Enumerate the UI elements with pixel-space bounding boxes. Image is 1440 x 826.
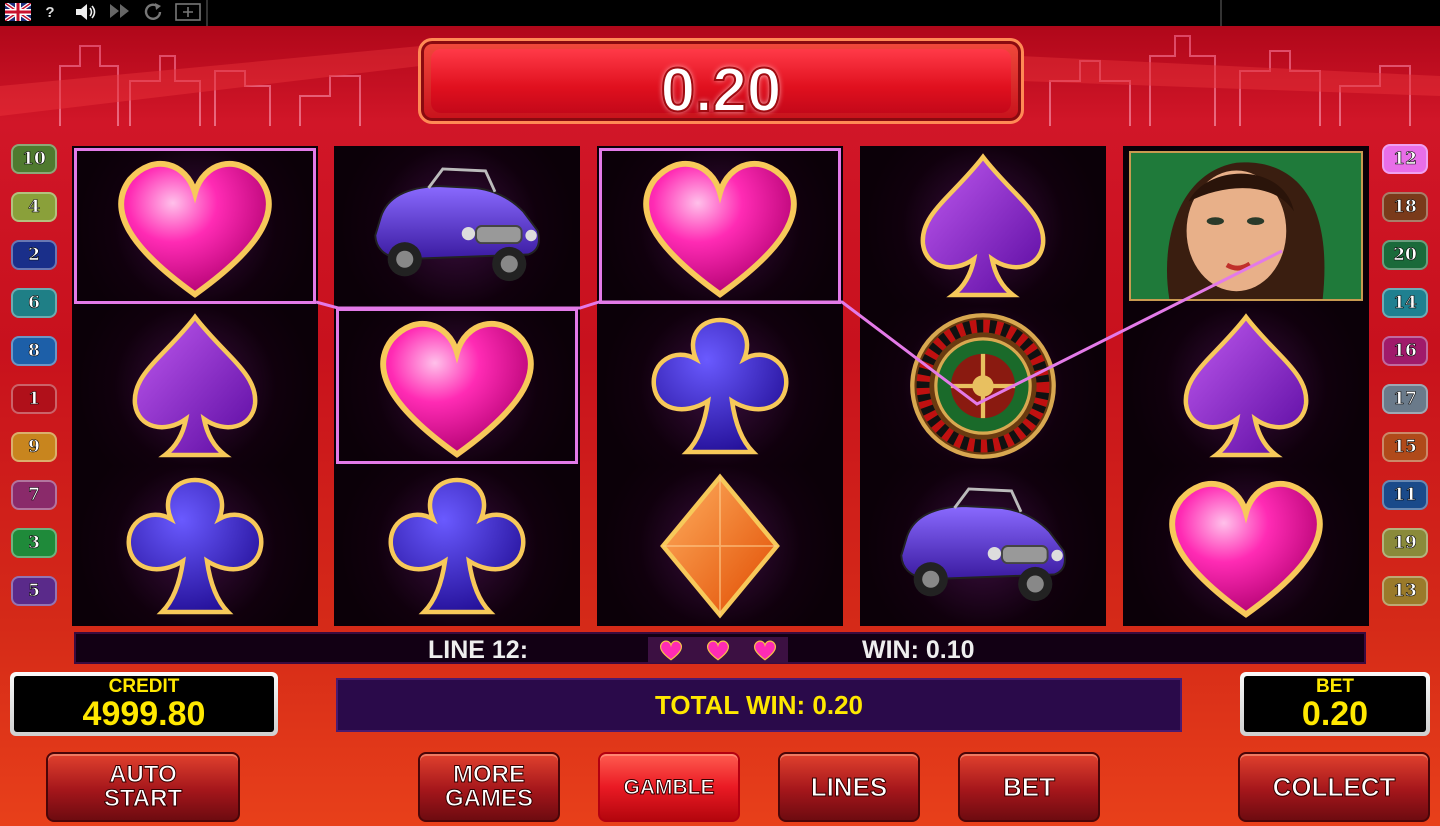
gamble-button[interactable]: GAMBLE <box>598 752 740 822</box>
roulette-symbol <box>860 306 1106 466</box>
more-games-label-line1: MORE <box>453 761 526 788</box>
win-info-bar: LINE 12: WIN: 0.10 <box>74 632 1366 664</box>
payline-badge-18[interactable]: 18 <box>1382 192 1428 222</box>
credit-meter: CREDIT 4999.80 <box>10 672 278 736</box>
reel-area <box>72 146 1370 626</box>
winning-line-label: LINE 12: <box>428 636 529 664</box>
payline-badge-13[interactable]: 13 <box>1382 576 1428 606</box>
heart-icon <box>660 640 683 661</box>
payline-badge-10[interactable]: 10 <box>11 144 57 174</box>
diamond-symbol <box>597 466 843 626</box>
payline-badge-9[interactable]: 9 <box>11 432 57 462</box>
heart-symbol <box>334 306 580 466</box>
payline-badge-1[interactable]: 1 <box>11 384 57 414</box>
auto-start-label-line2: START <box>103 785 183 812</box>
line-win-amount: WIN: 0.10 <box>862 636 975 664</box>
reel-4 <box>860 146 1106 626</box>
bet-meter: BET 0.20 <box>1240 672 1430 736</box>
lines-button[interactable]: LINES <box>778 752 920 822</box>
bet-value: 0.20 <box>1301 695 1369 733</box>
payline-badge-15[interactable]: 15 <box>1382 432 1428 462</box>
payline-badge-16[interactable]: 16 <box>1382 336 1428 366</box>
credit-label: CREDIT <box>108 676 180 697</box>
credit-value: 4999.80 <box>82 695 206 733</box>
auto-start-label-line1: AUTO <box>109 761 178 788</box>
heart-symbol <box>72 146 318 306</box>
club-symbol <box>597 306 843 466</box>
payline-badge-11[interactable]: 11 <box>1382 480 1428 510</box>
woman-symbol <box>1123 146 1369 306</box>
reel-2 <box>334 146 580 626</box>
reel-5 <box>1123 146 1369 626</box>
game-stage: 0.20 10 4 2 6 8 1 9 7 3 5 12 18 20 14 16 17 15 11 19 13 <box>0 26 1440 826</box>
win-amount: 0.20 <box>660 55 783 126</box>
heart-symbol <box>1123 466 1369 626</box>
payline-badge-12[interactable]: 12 <box>1382 144 1428 174</box>
payline-badge-5[interactable]: 5 <box>11 576 57 606</box>
toolbar-divider <box>206 0 208 26</box>
top-toolbar: ? <box>0 0 1440 26</box>
help-button[interactable]: ? <box>36 3 64 23</box>
win-display-panel: 0.20 <box>431 49 1011 126</box>
club-symbol <box>334 466 580 626</box>
bet-panel: BET 0.20 <box>1244 676 1426 732</box>
uk-flag-icon[interactable] <box>3 1 33 23</box>
payline-badge-3[interactable]: 3 <box>11 528 57 558</box>
heart-symbol <box>597 146 843 306</box>
speaker-icon[interactable] <box>72 3 100 23</box>
club-symbol <box>72 466 318 626</box>
bet-button[interactable]: BET <box>958 752 1100 822</box>
payline-badge-20[interactable]: 20 <box>1382 240 1428 270</box>
credit-panel: CREDIT 4999.80 <box>14 676 274 732</box>
spade-symbol <box>1123 306 1369 466</box>
win-display: 0.20 <box>418 38 1024 126</box>
fast-forward-icon[interactable] <box>106 3 134 23</box>
heart-icon <box>706 640 730 661</box>
payline-badge-7[interactable]: 7 <box>11 480 57 510</box>
spade-symbol <box>860 146 1106 306</box>
auto-start-button[interactable]: AUTO START <box>46 752 240 822</box>
spade-symbol <box>72 306 318 466</box>
payline-badge-4[interactable]: 4 <box>11 192 57 222</box>
more-games-label-line2: GAMES <box>444 785 533 812</box>
toolbar-divider <box>1220 0 1222 26</box>
bet-label: BET <box>1316 676 1354 697</box>
payline-badge-14[interactable]: 14 <box>1382 288 1428 318</box>
collect-button[interactable]: COLLECT <box>1238 752 1430 822</box>
payline-badge-17[interactable]: 17 <box>1382 384 1428 414</box>
payline-badge-6[interactable]: 6 <box>11 288 57 318</box>
reel-3 <box>597 146 843 626</box>
window-icon[interactable] <box>174 3 202 23</box>
car-symbol <box>860 466 1106 626</box>
heart-icon <box>753 640 776 661</box>
car-symbol <box>334 146 580 306</box>
total-win-display: TOTAL WIN: 0.20 <box>336 678 1182 732</box>
payline-badge-19[interactable]: 19 <box>1382 528 1428 558</box>
payline-badge-2[interactable]: 2 <box>11 240 57 270</box>
payline-badge-8[interactable]: 8 <box>11 336 57 366</box>
winning-symbols <box>648 637 788 663</box>
more-games-button[interactable]: MORE GAMES <box>418 752 560 822</box>
reel-1 <box>72 146 318 626</box>
refresh-icon[interactable] <box>140 3 168 23</box>
